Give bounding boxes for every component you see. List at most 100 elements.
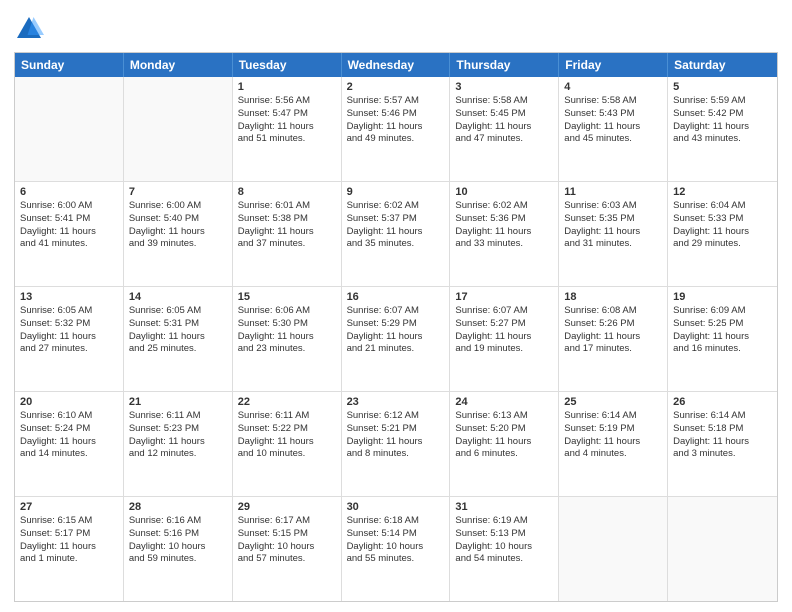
cell-line: Sunrise: 6:12 AM bbox=[347, 410, 445, 423]
cell-line: Sunrise: 6:19 AM bbox=[455, 515, 553, 528]
cell-line: Sunrise: 5:58 AM bbox=[564, 95, 662, 108]
cal-cell-day-9: 9Sunrise: 6:02 AMSunset: 5:37 PMDaylight… bbox=[342, 182, 451, 286]
cell-line: and 57 minutes. bbox=[238, 553, 336, 566]
calendar-row-1: 6Sunrise: 6:00 AMSunset: 5:41 PMDaylight… bbox=[15, 182, 777, 287]
day-number: 1 bbox=[238, 81, 336, 93]
cell-line: Sunrise: 6:07 AM bbox=[455, 305, 553, 318]
cell-line: and 29 minutes. bbox=[673, 238, 772, 251]
cell-line: and 10 minutes. bbox=[238, 448, 336, 461]
cell-line: Sunrise: 6:05 AM bbox=[20, 305, 118, 318]
cell-line: Daylight: 11 hours bbox=[455, 436, 553, 449]
cell-line: and 3 minutes. bbox=[673, 448, 772, 461]
calendar-row-3: 20Sunrise: 6:10 AMSunset: 5:24 PMDayligh… bbox=[15, 392, 777, 497]
cell-line: Daylight: 11 hours bbox=[238, 436, 336, 449]
cell-line: Sunset: 5:19 PM bbox=[564, 423, 662, 436]
cell-line: and 41 minutes. bbox=[20, 238, 118, 251]
cal-cell-day-20: 20Sunrise: 6:10 AMSunset: 5:24 PMDayligh… bbox=[15, 392, 124, 496]
cal-cell-day-22: 22Sunrise: 6:11 AMSunset: 5:22 PMDayligh… bbox=[233, 392, 342, 496]
cell-line: Daylight: 10 hours bbox=[238, 541, 336, 554]
cell-line: and 16 minutes. bbox=[673, 343, 772, 356]
cal-cell-day-31: 31Sunrise: 6:19 AMSunset: 5:13 PMDayligh… bbox=[450, 497, 559, 601]
cell-line: and 19 minutes. bbox=[455, 343, 553, 356]
cell-line: Sunrise: 6:13 AM bbox=[455, 410, 553, 423]
cell-line: and 21 minutes. bbox=[347, 343, 445, 356]
cell-line: Sunrise: 6:01 AM bbox=[238, 200, 336, 213]
cal-cell-day-28: 28Sunrise: 6:16 AMSunset: 5:16 PMDayligh… bbox=[124, 497, 233, 601]
cell-line: Daylight: 11 hours bbox=[673, 436, 772, 449]
calendar: SundayMondayTuesdayWednesdayThursdayFrid… bbox=[14, 52, 778, 602]
day-number: 3 bbox=[455, 81, 553, 93]
cell-line: Sunset: 5:29 PM bbox=[347, 318, 445, 331]
cal-cell-day-17: 17Sunrise: 6:07 AMSunset: 5:27 PMDayligh… bbox=[450, 287, 559, 391]
cal-cell-day-29: 29Sunrise: 6:17 AMSunset: 5:15 PMDayligh… bbox=[233, 497, 342, 601]
cell-line: Sunrise: 6:02 AM bbox=[455, 200, 553, 213]
cell-line: Sunset: 5:16 PM bbox=[129, 528, 227, 541]
day-number: 16 bbox=[347, 291, 445, 303]
cell-line: Daylight: 11 hours bbox=[20, 541, 118, 554]
cal-cell-day-24: 24Sunrise: 6:13 AMSunset: 5:20 PMDayligh… bbox=[450, 392, 559, 496]
day-number: 31 bbox=[455, 501, 553, 513]
cal-cell-day-4: 4Sunrise: 5:58 AMSunset: 5:43 PMDaylight… bbox=[559, 77, 668, 181]
cell-line: Daylight: 11 hours bbox=[20, 436, 118, 449]
cell-line: Daylight: 11 hours bbox=[20, 226, 118, 239]
cal-cell-day-7: 7Sunrise: 6:00 AMSunset: 5:40 PMDaylight… bbox=[124, 182, 233, 286]
day-number: 21 bbox=[129, 396, 227, 408]
cell-line: and 23 minutes. bbox=[238, 343, 336, 356]
cell-line: Daylight: 11 hours bbox=[455, 331, 553, 344]
cell-line: Daylight: 10 hours bbox=[129, 541, 227, 554]
cell-line: Daylight: 11 hours bbox=[238, 121, 336, 134]
calendar-row-2: 13Sunrise: 6:05 AMSunset: 5:32 PMDayligh… bbox=[15, 287, 777, 392]
day-number: 12 bbox=[673, 186, 772, 198]
cal-cell-empty bbox=[124, 77, 233, 181]
cell-line: Daylight: 11 hours bbox=[564, 226, 662, 239]
cell-line: Daylight: 11 hours bbox=[673, 121, 772, 134]
cell-line: and 47 minutes. bbox=[455, 133, 553, 146]
cell-line: Sunrise: 6:06 AM bbox=[238, 305, 336, 318]
cell-line: Sunrise: 6:04 AM bbox=[673, 200, 772, 213]
cell-line: Daylight: 11 hours bbox=[673, 331, 772, 344]
cal-cell-day-21: 21Sunrise: 6:11 AMSunset: 5:23 PMDayligh… bbox=[124, 392, 233, 496]
cell-line: Sunset: 5:32 PM bbox=[20, 318, 118, 331]
day-number: 9 bbox=[347, 186, 445, 198]
cell-line: Daylight: 11 hours bbox=[129, 436, 227, 449]
cal-cell-day-8: 8Sunrise: 6:01 AMSunset: 5:38 PMDaylight… bbox=[233, 182, 342, 286]
cell-line: and 49 minutes. bbox=[347, 133, 445, 146]
cell-line: Daylight: 11 hours bbox=[564, 436, 662, 449]
day-number: 26 bbox=[673, 396, 772, 408]
cell-line: Sunrise: 5:57 AM bbox=[347, 95, 445, 108]
cal-cell-day-14: 14Sunrise: 6:05 AMSunset: 5:31 PMDayligh… bbox=[124, 287, 233, 391]
calendar-header: SundayMondayTuesdayWednesdayThursdayFrid… bbox=[15, 53, 777, 77]
cell-line: and 39 minutes. bbox=[129, 238, 227, 251]
cell-line: Daylight: 11 hours bbox=[564, 121, 662, 134]
cell-line: Sunset: 5:43 PM bbox=[564, 108, 662, 121]
cell-line: Daylight: 11 hours bbox=[20, 331, 118, 344]
cell-line: Sunrise: 6:02 AM bbox=[347, 200, 445, 213]
cell-line: Sunset: 5:42 PM bbox=[673, 108, 772, 121]
cell-line: Daylight: 11 hours bbox=[455, 226, 553, 239]
cell-line: and 1 minute. bbox=[20, 553, 118, 566]
cell-line: Daylight: 11 hours bbox=[347, 436, 445, 449]
cell-line: Sunset: 5:13 PM bbox=[455, 528, 553, 541]
logo-icon bbox=[14, 14, 44, 44]
header-day-thursday: Thursday bbox=[450, 53, 559, 77]
day-number: 19 bbox=[673, 291, 772, 303]
cell-line: Sunset: 5:41 PM bbox=[20, 213, 118, 226]
cal-cell-day-1: 1Sunrise: 5:56 AMSunset: 5:47 PMDaylight… bbox=[233, 77, 342, 181]
cell-line: and 12 minutes. bbox=[129, 448, 227, 461]
cell-line: Sunrise: 6:14 AM bbox=[673, 410, 772, 423]
cal-cell-day-13: 13Sunrise: 6:05 AMSunset: 5:32 PMDayligh… bbox=[15, 287, 124, 391]
cell-line: Sunset: 5:14 PM bbox=[347, 528, 445, 541]
day-number: 23 bbox=[347, 396, 445, 408]
cell-line: Sunrise: 6:03 AM bbox=[564, 200, 662, 213]
cell-line: and 35 minutes. bbox=[347, 238, 445, 251]
day-number: 25 bbox=[564, 396, 662, 408]
cal-cell-day-23: 23Sunrise: 6:12 AMSunset: 5:21 PMDayligh… bbox=[342, 392, 451, 496]
cell-line: Sunset: 5:18 PM bbox=[673, 423, 772, 436]
cell-line: and 25 minutes. bbox=[129, 343, 227, 356]
cell-line: Sunset: 5:46 PM bbox=[347, 108, 445, 121]
cell-line: and 51 minutes. bbox=[238, 133, 336, 146]
calendar-row-4: 27Sunrise: 6:15 AMSunset: 5:17 PMDayligh… bbox=[15, 497, 777, 601]
cell-line: Sunset: 5:31 PM bbox=[129, 318, 227, 331]
day-number: 8 bbox=[238, 186, 336, 198]
cell-line: and 55 minutes. bbox=[347, 553, 445, 566]
